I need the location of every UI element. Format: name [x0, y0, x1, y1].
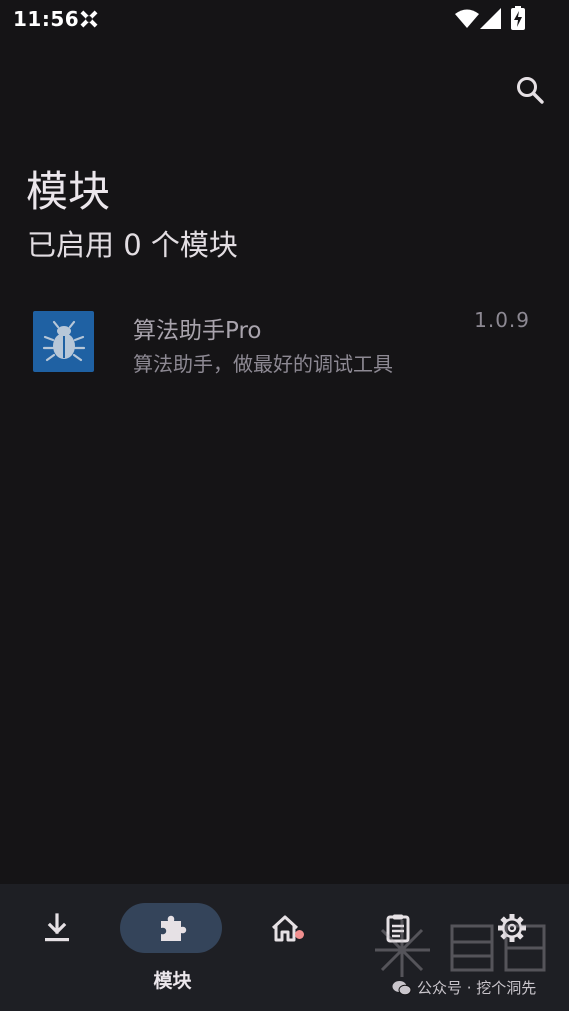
- wechat-icon: [392, 980, 412, 995]
- nav-item-download[interactable]: [0, 884, 113, 1011]
- watermark-text: 公众号 · 挖个洞先: [417, 979, 537, 997]
- battery-icon: [511, 6, 525, 30]
- module-version: 1.0.9: [474, 308, 530, 332]
- nav-item-modules[interactable]: 模块: [116, 884, 229, 1011]
- status-bar: 11:56: [0, 0, 569, 38]
- enabled-count: 已启用 0 个模块: [27, 228, 238, 262]
- search-button[interactable]: [508, 68, 552, 112]
- puzzle-icon: [160, 915, 186, 941]
- notification-icon: [80, 10, 98, 28]
- module-description: 算法助手，做最好的调试工具: [133, 352, 393, 376]
- watermark: 公众号 · 挖个洞先: [392, 977, 536, 998]
- module-icon: [33, 311, 94, 372]
- wifi-icon: [455, 9, 479, 28]
- page-title: 模块: [26, 167, 111, 216]
- home-icon: [271, 915, 298, 942]
- module-list-item[interactable]: 算法助手Pro 算法助手，做最好的调试工具 1.0.9: [0, 292, 569, 392]
- search-icon: [517, 77, 544, 104]
- module-name: 算法助手Pro: [133, 318, 262, 344]
- signal-icon: [480, 8, 501, 29]
- status-time: 11:56: [13, 7, 80, 31]
- nav-label-modules: 模块: [153, 970, 192, 992]
- watermark-logo: [375, 920, 546, 977]
- download-icon: [44, 913, 69, 942]
- bug-icon: [42, 320, 85, 361]
- notification-badge: [295, 930, 304, 939]
- nav-item-home[interactable]: [228, 884, 341, 1011]
